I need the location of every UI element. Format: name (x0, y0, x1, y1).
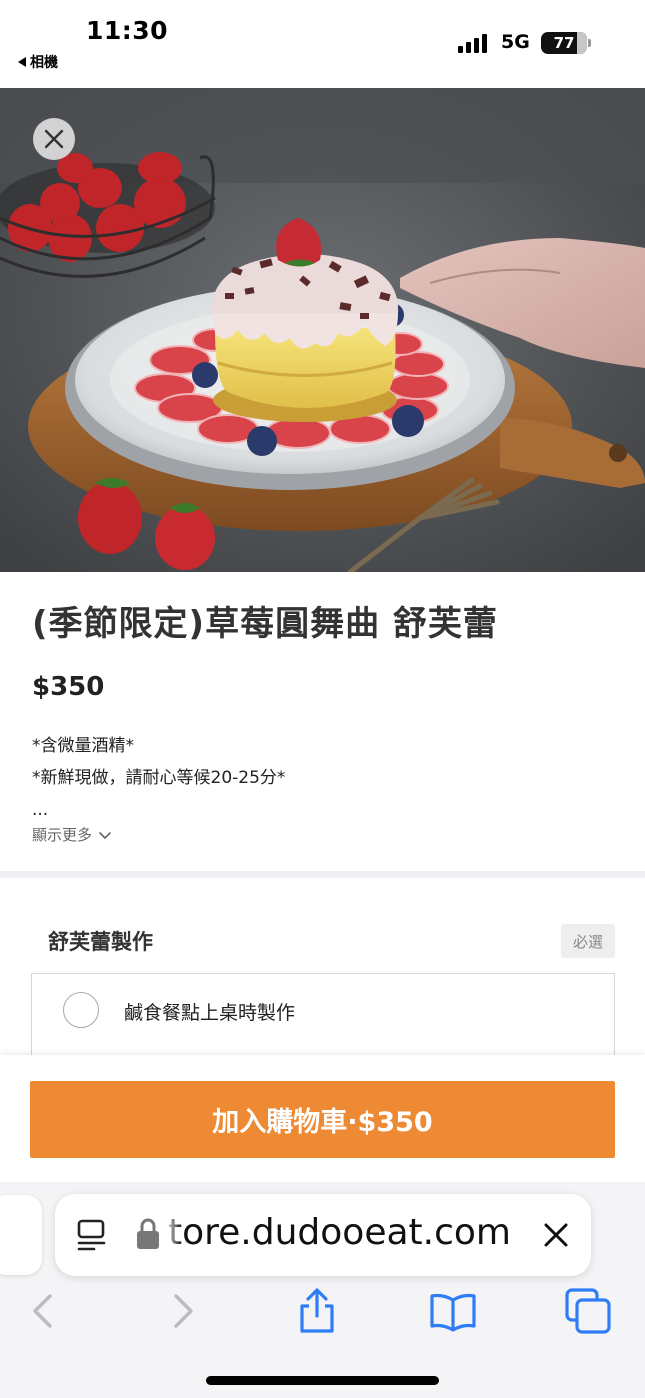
bookmarks-button[interactable] (428, 1286, 478, 1336)
back-to-app-link[interactable]: 相機 (18, 52, 58, 72)
product-title: (季節限定)草莓圓舞曲 舒芙蕾 (32, 604, 498, 644)
section-divider (0, 871, 645, 878)
product-image (0, 88, 645, 572)
network-type: 5G (501, 31, 530, 53)
option-group-title: 舒芙蕾製作 (48, 930, 153, 954)
chevron-down-icon (99, 831, 111, 839)
close-image-button[interactable] (33, 118, 75, 160)
product-description: *含微量酒精* *新鮮現做，請耐心等候20-25分* ... (32, 730, 285, 826)
show-more-button[interactable]: 顯示更多 (32, 824, 112, 845)
url-text[interactable]: tore.dudooeat.com (168, 1212, 511, 1253)
status-bar: 11:30 相機 5G 77 (0, 0, 645, 88)
browser-forward-button[interactable] (158, 1286, 208, 1336)
description-line: *新鮮現做，請耐心等候20-25分* (32, 768, 286, 788)
previous-tab-preview[interactable] (0, 1195, 42, 1275)
required-badge: 必選 (561, 924, 615, 958)
browser-back-button[interactable] (18, 1286, 68, 1336)
back-app-label: 相機 (30, 55, 58, 71)
signal-icon (458, 33, 487, 53)
back-triangle-icon (18, 57, 26, 67)
forward-icon (174, 1294, 193, 1328)
status-time: 11:30 (86, 16, 169, 45)
reader-icon[interactable] (76, 1218, 108, 1252)
battery-icon: 77 (541, 32, 587, 54)
option-item[interactable]: 鹹食餐點上桌時製作 (31, 973, 615, 1048)
description-line: *含微量酒精* (32, 736, 134, 756)
back-icon (33, 1294, 52, 1328)
option-label: 鹹食餐點上桌時製作 (124, 1002, 296, 1024)
add-to-cart-button[interactable]: 加入購物車·$350 (30, 1081, 615, 1158)
battery-level: 77 (553, 34, 575, 52)
close-icon (44, 129, 64, 149)
share-icon (300, 1288, 334, 1333)
show-more-label: 顯示更多 (32, 826, 93, 844)
close-icon[interactable] (541, 1220, 571, 1250)
product-price: $350 (32, 672, 105, 702)
lock-icon (137, 1218, 159, 1249)
radio-button[interactable] (63, 992, 99, 1028)
bookmarks-icon (430, 1293, 476, 1332)
tabs-button[interactable] (563, 1286, 613, 1336)
tabs-icon (565, 1288, 611, 1334)
description-line: ... (32, 800, 49, 820)
share-button[interactable] (292, 1286, 342, 1336)
home-indicator[interactable] (206, 1376, 439, 1385)
